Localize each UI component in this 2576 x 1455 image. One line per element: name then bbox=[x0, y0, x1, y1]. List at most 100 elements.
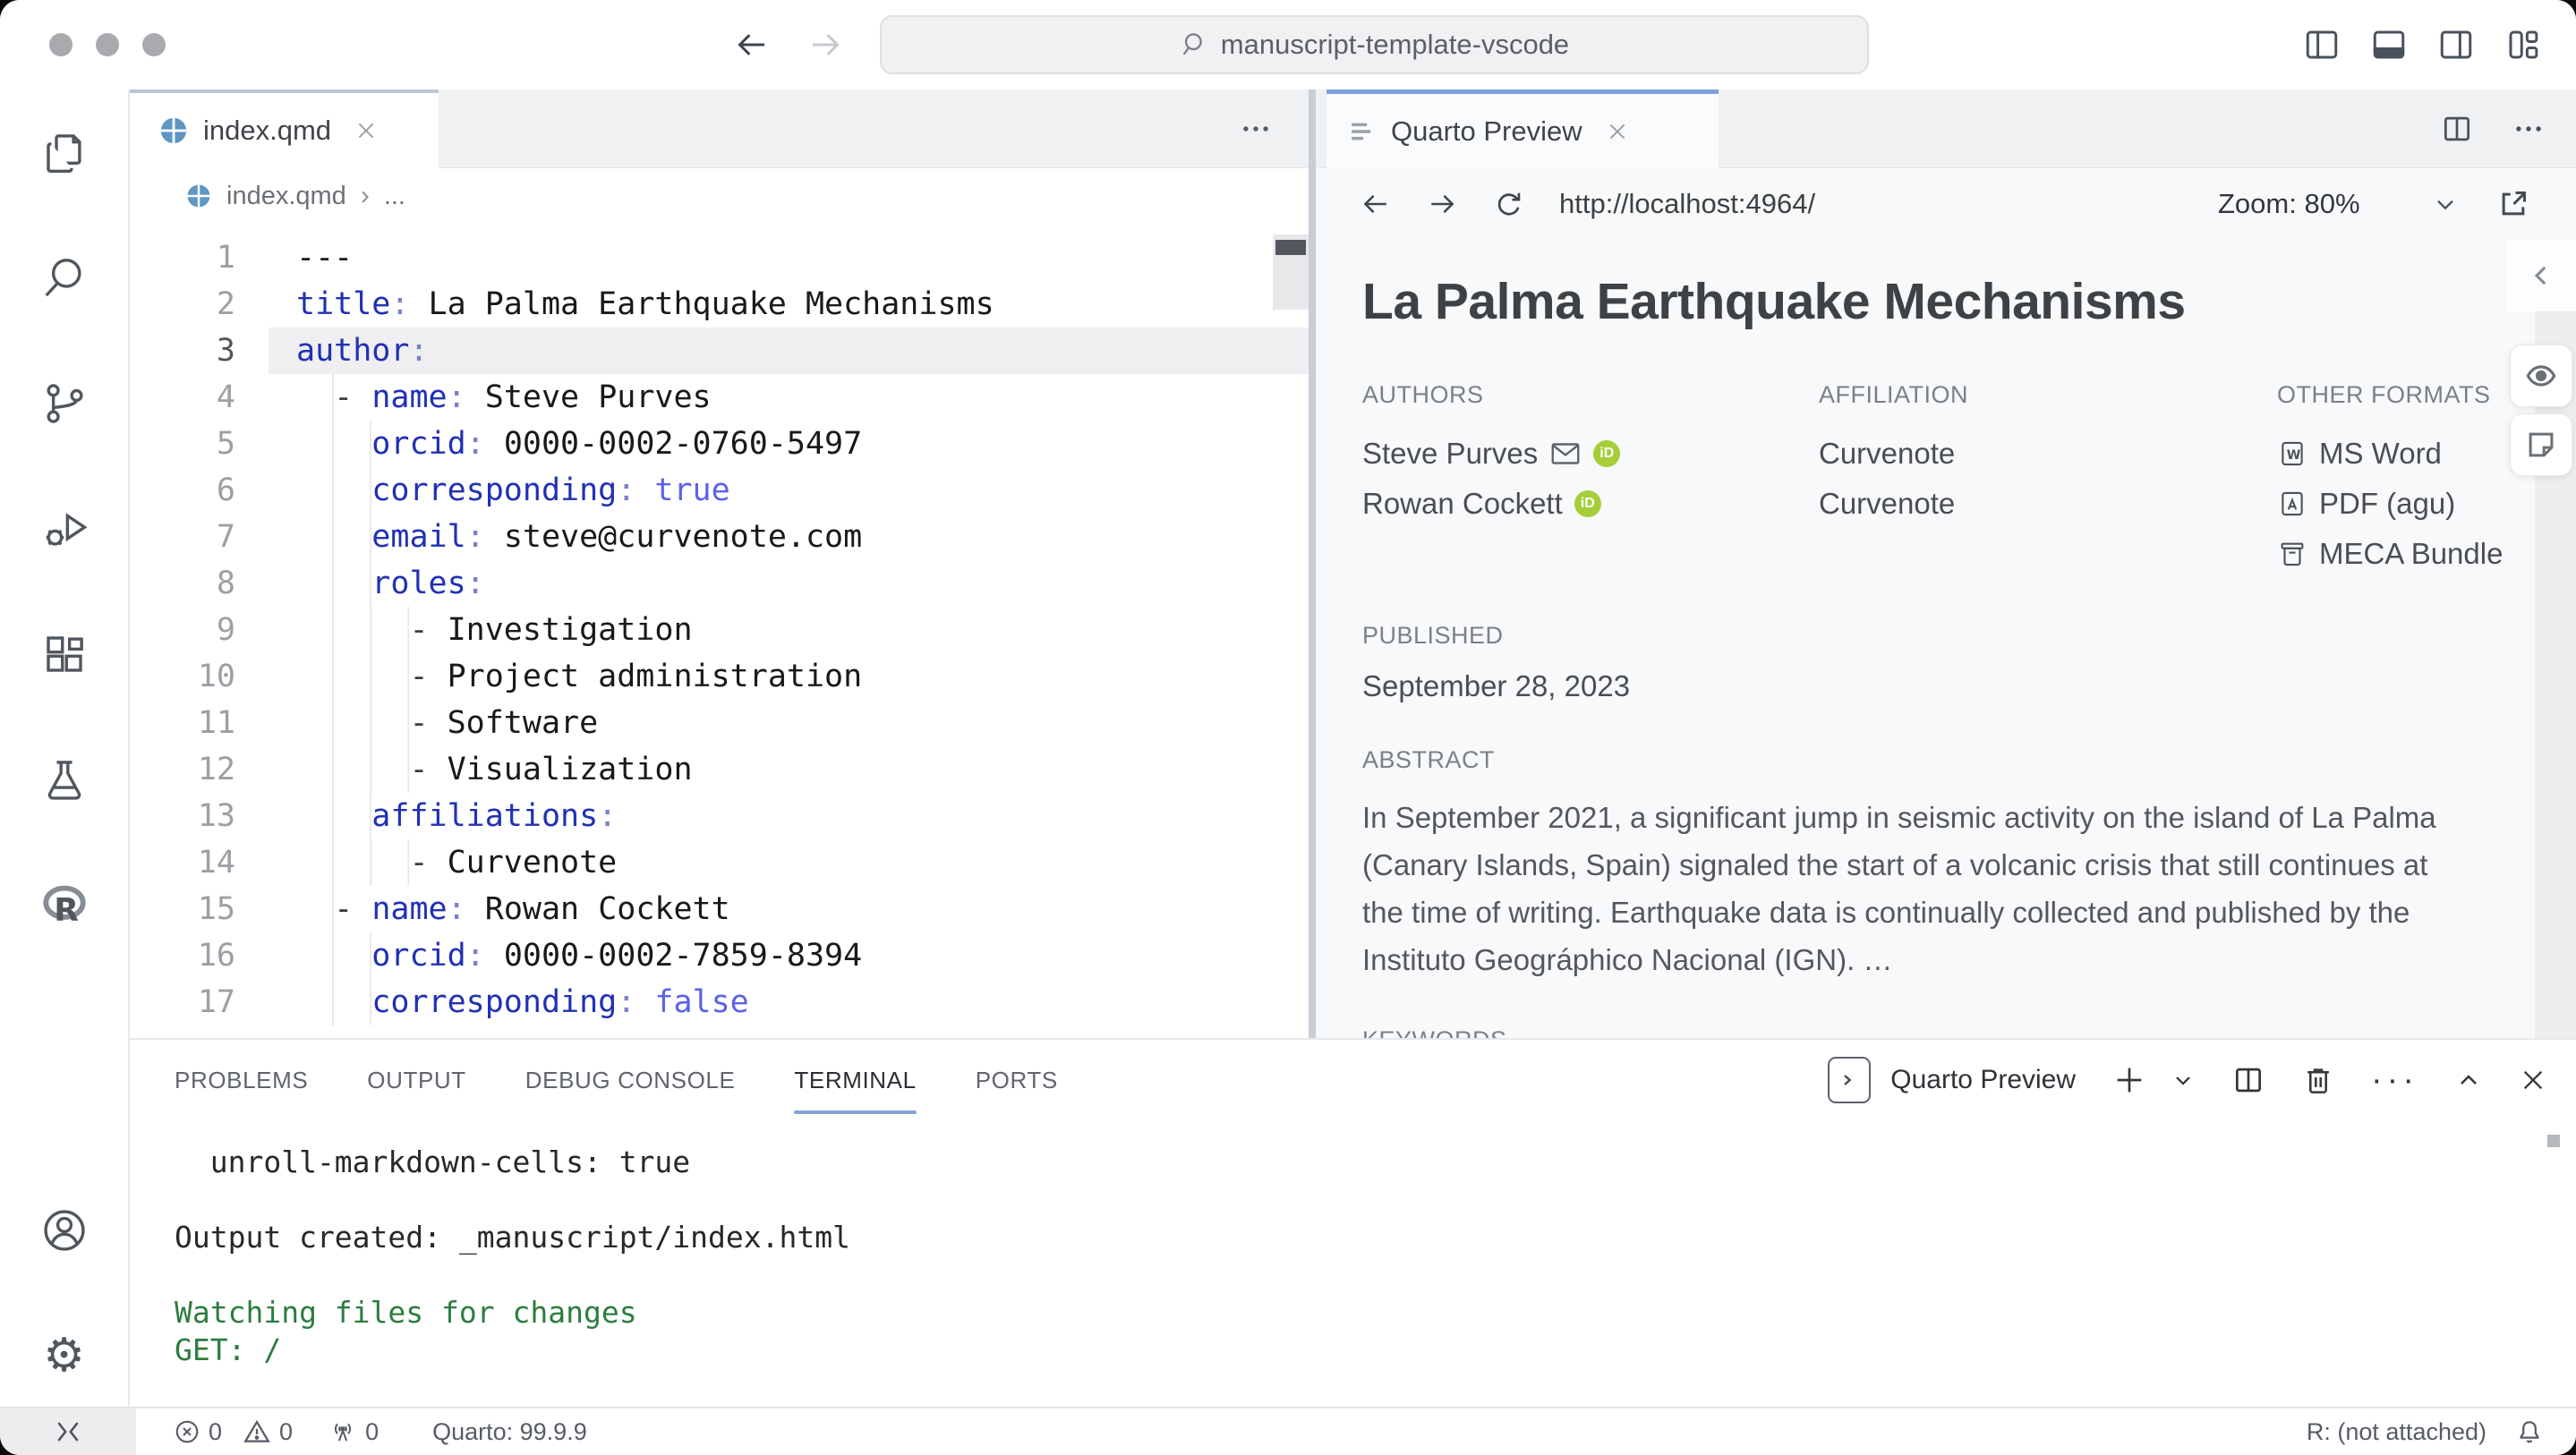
zoom-level[interactable]: Zoom: 80% bbox=[2218, 188, 2360, 220]
collapse-panel-flap[interactable] bbox=[2506, 240, 2576, 311]
explorer-icon[interactable] bbox=[40, 129, 89, 177]
code-line[interactable]: 15 - name: Rowan Cockett bbox=[130, 886, 1309, 932]
preview-back-icon[interactable] bbox=[1357, 189, 1393, 219]
history-back-icon[interactable] bbox=[730, 27, 772, 63]
panel-tab-ports[interactable]: PORTS bbox=[976, 1040, 1058, 1120]
notes-button[interactable] bbox=[2510, 413, 2572, 476]
panel: PROBLEMS OUTPUT DEBUG CONSOLE TERMINAL PORTS… bbox=[130, 1038, 2576, 1407]
source-control-icon[interactable] bbox=[40, 379, 89, 428]
close-icon[interactable] bbox=[1606, 120, 1629, 143]
code-editor[interactable]: 1---2title: La Palma Earthquake Mechanis… bbox=[130, 224, 1309, 1038]
panel-tab-problems[interactable]: PROBLEMS bbox=[175, 1040, 308, 1120]
split-terminal-icon[interactable] bbox=[2231, 1063, 2265, 1097]
code-text: title: La Palma Earthquake Mechanisms bbox=[296, 281, 994, 328]
preview-toolbar: http://localhost:4964/ Zoom: 80% bbox=[1316, 168, 2576, 240]
code-line[interactable]: 8 roles: bbox=[130, 560, 1309, 607]
code-line[interactable]: 7 email: steve@curvenote.com bbox=[130, 514, 1309, 560]
affiliation-row: Curvenote bbox=[1819, 479, 2277, 529]
bell-icon[interactable] bbox=[2515, 1417, 2544, 1446]
editor-more-actions-icon[interactable] bbox=[1239, 89, 1273, 168]
account-icon[interactable] bbox=[40, 1206, 89, 1255]
chevron-down-icon[interactable] bbox=[2171, 1068, 2196, 1093]
search-sidebar-icon[interactable] bbox=[40, 254, 89, 302]
breadcrumb-more[interactable]: ... bbox=[384, 182, 405, 211]
preview-url[interactable]: http://localhost:4964/ bbox=[1559, 188, 1815, 220]
code-line[interactable]: 14 - Curvenote bbox=[130, 839, 1309, 886]
terminal-line: GET: / bbox=[175, 1332, 850, 1369]
close-window-button[interactable] bbox=[49, 33, 73, 56]
code-line[interactable]: 13 affiliations: bbox=[130, 793, 1309, 839]
split-editor-icon[interactable] bbox=[2440, 112, 2474, 146]
breadcrumb: index.qmd › ... bbox=[130, 168, 1309, 224]
toggle-visibility-button[interactable] bbox=[2510, 345, 2572, 407]
more-actions-icon[interactable] bbox=[2512, 112, 2546, 146]
code-line[interactable]: 12 - Visualization bbox=[130, 746, 1309, 793]
gear-icon[interactable]: ⚙ bbox=[43, 1332, 85, 1380]
preview-forward-icon[interactable] bbox=[1425, 189, 1461, 219]
code-line[interactable]: 10 - Project administration bbox=[130, 653, 1309, 700]
more-actions-icon[interactable]: ··· bbox=[2371, 1063, 2418, 1097]
toggle-secondary-sidebar-icon[interactable] bbox=[2437, 26, 2475, 64]
code-line[interactable]: 1--- bbox=[130, 234, 1309, 281]
tab-index-qmd[interactable]: index.qmd bbox=[130, 89, 439, 168]
run-debug-icon[interactable] bbox=[40, 505, 89, 553]
scrollbar-thumb[interactable] bbox=[1275, 240, 1306, 255]
extensions-icon[interactable] bbox=[40, 630, 89, 678]
chevron-down-icon[interactable] bbox=[2431, 190, 2460, 218]
chevron-up-icon[interactable] bbox=[2454, 1066, 2483, 1094]
svg-text:W: W bbox=[2287, 448, 2301, 463]
orcid-icon[interactable]: iD bbox=[1593, 440, 1620, 467]
code-text: - Project administration bbox=[296, 653, 862, 700]
remote-indicator[interactable] bbox=[0, 1408, 136, 1455]
terminal-scrollbar[interactable] bbox=[2547, 1135, 2560, 1147]
terminal-output[interactable]: unroll-markdown-cells: true Output creat… bbox=[175, 1144, 850, 1369]
customize-layout-icon[interactable] bbox=[2504, 26, 2542, 64]
new-terminal-icon[interactable] bbox=[2111, 1062, 2147, 1098]
code-line[interactable]: 6 corresponding: true bbox=[130, 467, 1309, 514]
trash-icon[interactable] bbox=[2301, 1063, 2335, 1097]
code-text: affiliations: bbox=[296, 793, 617, 839]
external-link-icon[interactable] bbox=[2495, 186, 2531, 222]
terminal-session-name[interactable]: Quarto Preview bbox=[1890, 1065, 2076, 1095]
code-line[interactable]: 9 - Investigation bbox=[130, 607, 1309, 653]
toggle-sidebar-icon[interactable] bbox=[2303, 26, 2341, 64]
tab-label: Quarto Preview bbox=[1391, 115, 1582, 148]
quarto-version-status[interactable]: Quarto: 99.9.9 bbox=[432, 1418, 587, 1446]
editor-split-divider[interactable] bbox=[1309, 89, 1316, 1038]
refresh-icon[interactable] bbox=[1493, 188, 1525, 220]
warning-icon bbox=[243, 1417, 271, 1446]
panel-tab-debug-console[interactable]: DEBUG CONSOLE bbox=[525, 1040, 736, 1120]
history-forward-icon[interactable] bbox=[806, 27, 847, 63]
command-center-search[interactable]: manuscript-template-vscode bbox=[880, 15, 1869, 74]
minimize-window-button[interactable] bbox=[96, 33, 119, 56]
tab-quarto-preview[interactable]: Quarto Preview bbox=[1326, 89, 1719, 168]
close-icon[interactable] bbox=[354, 119, 378, 142]
code-line[interactable]: 2title: La Palma Earthquake Mechanisms bbox=[130, 281, 1309, 328]
code-line[interactable]: 3author: bbox=[130, 328, 1309, 374]
terminal-chip-icon[interactable] bbox=[1828, 1057, 1871, 1103]
zoom-window-button[interactable] bbox=[142, 33, 166, 56]
code-line[interactable]: 17 corresponding: false bbox=[130, 979, 1309, 1025]
line-number: 3 bbox=[130, 328, 235, 374]
format-link-pdf[interactable]: PDF (agu) bbox=[2277, 479, 2576, 529]
ports-status[interactable]: 0 bbox=[328, 1417, 379, 1446]
panel-tab-output[interactable]: OUTPUT bbox=[367, 1040, 465, 1120]
panel-tab-terminal[interactable]: TERMINAL bbox=[794, 1040, 916, 1120]
r-status[interactable]: R: (not attached) bbox=[2307, 1418, 2486, 1446]
line-number: 17 bbox=[130, 979, 235, 1025]
problems-status[interactable]: 0 0 bbox=[174, 1417, 293, 1446]
breadcrumb-file[interactable]: index.qmd bbox=[226, 182, 346, 211]
author-name: Steve Purves bbox=[1362, 437, 1538, 471]
format-link-meca[interactable]: MECA Bundle bbox=[2277, 529, 2576, 579]
toggle-panel-icon[interactable] bbox=[2370, 26, 2408, 64]
code-line[interactable]: 16 orcid: 0000-0002-7859-8394 bbox=[130, 932, 1309, 979]
editor-scrollbar[interactable] bbox=[1273, 234, 1309, 310]
code-line[interactable]: 11 - Software bbox=[130, 700, 1309, 746]
testing-flask-icon[interactable] bbox=[40, 755, 89, 804]
mail-icon[interactable] bbox=[1549, 440, 1582, 467]
code-line[interactable]: 5 orcid: 0000-0002-0760-5497 bbox=[130, 421, 1309, 467]
orcid-icon[interactable]: iD bbox=[1574, 490, 1601, 517]
close-panel-icon[interactable] bbox=[2519, 1066, 2547, 1094]
r-lang-icon[interactable]: R bbox=[39, 881, 90, 929]
code-line[interactable]: 4 - name: Steve Purves bbox=[130, 374, 1309, 421]
